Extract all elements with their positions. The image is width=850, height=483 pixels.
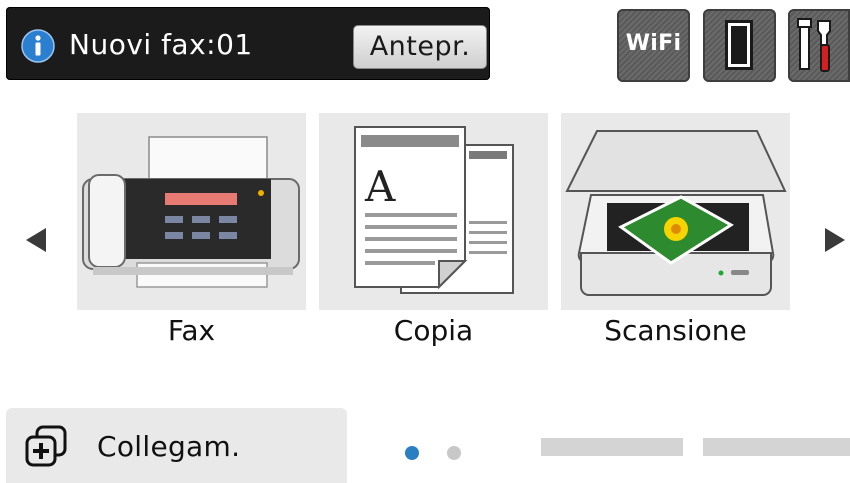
scan-tile[interactable]: [561, 113, 790, 310]
wifi-icon: WiFi: [625, 31, 682, 56]
blurred-region: [703, 438, 850, 456]
blurred-region: [541, 438, 683, 456]
tools-icon: [797, 18, 831, 72]
wifi-button[interactable]: WiFi: [617, 9, 690, 82]
scan-label: Scansione: [604, 314, 747, 347]
new-fax-message: Nuovi fax:01: [69, 28, 253, 61]
shortcuts-button[interactable]: Collegam.: [6, 408, 347, 483]
info-icon: [21, 29, 55, 63]
next-page-arrow-icon[interactable]: [823, 226, 847, 254]
shortcuts-label: Collegam.: [97, 430, 241, 463]
fax-tile[interactable]: [77, 113, 306, 310]
preview-button[interactable]: Antepr.: [353, 25, 487, 69]
svg-text:A: A: [364, 162, 396, 211]
toner-button[interactable]: [703, 9, 776, 82]
page-indicator-dot-active: [405, 446, 419, 460]
toner-level-icon: [725, 20, 753, 70]
fax-label: Fax: [167, 314, 216, 347]
page-indicator-dot: [447, 446, 461, 460]
copy-documents-icon: A: [354, 126, 514, 294]
copy-label: Copia: [393, 314, 474, 347]
settings-button[interactable]: [788, 9, 850, 82]
add-shortcut-icon: [25, 425, 67, 467]
previous-page-arrow-icon[interactable]: [24, 226, 48, 254]
fax-machine-icon: [82, 136, 300, 288]
notification-bar: Nuovi fax:01 Antepr.: [6, 7, 490, 80]
copy-tile[interactable]: A: [319, 113, 548, 310]
scanner-icon: [565, 130, 787, 296]
